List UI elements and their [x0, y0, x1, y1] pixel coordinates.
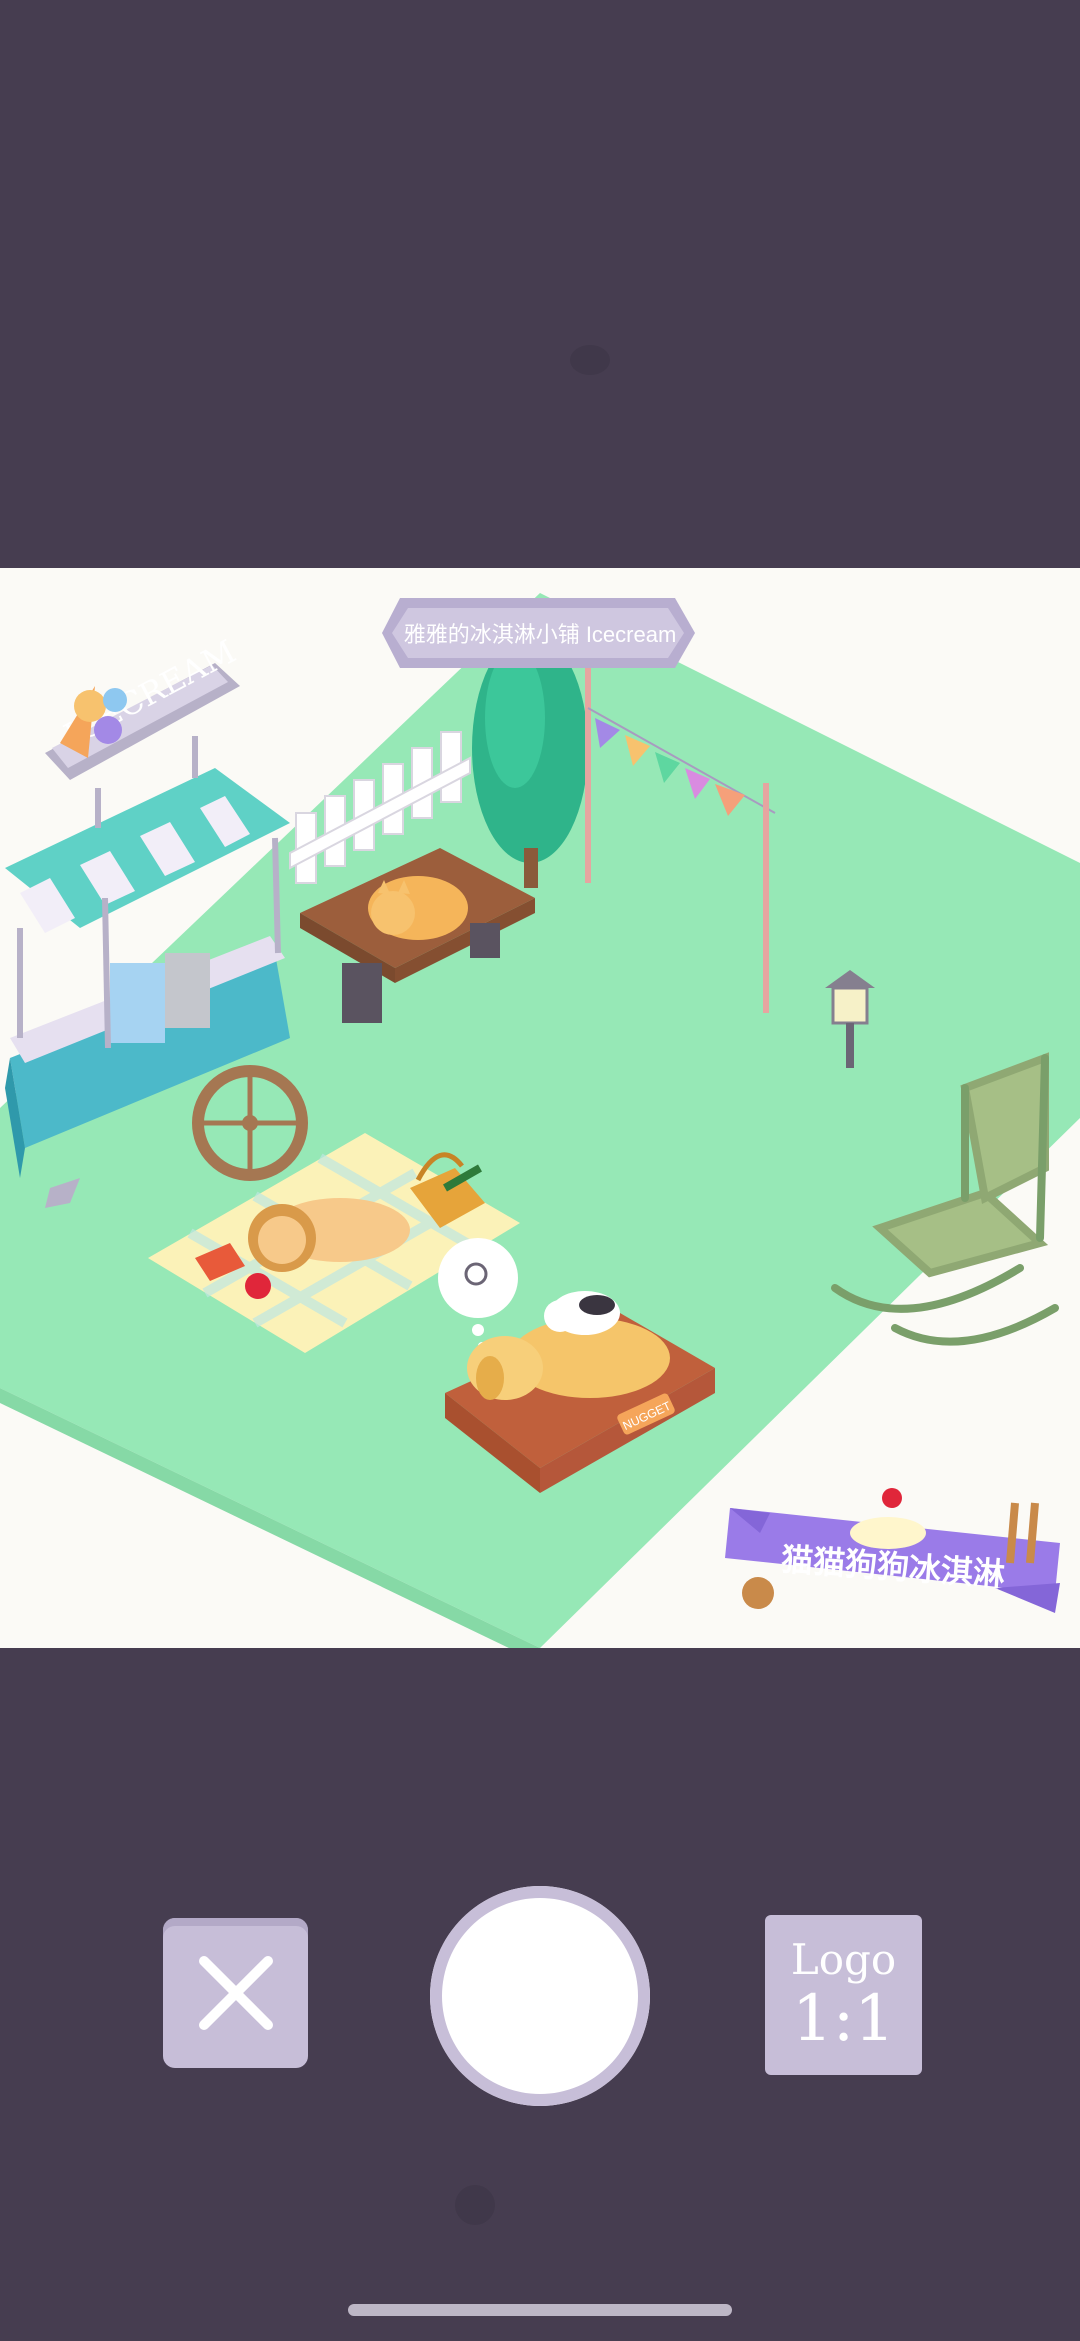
close-icon: [198, 1956, 273, 2030]
ratio-value-label: 1:1: [792, 1982, 895, 2056]
game-logo: 猫猫狗狗冰淇淋: [725, 1488, 1060, 1613]
close-button[interactable]: [163, 1918, 308, 2068]
orange-cat-on-bench: [368, 876, 468, 940]
photo-preview: 雅雅的冰淇淋小铺 Icecream ICECREAM NUGGET 猫猫狗狗冰淇…: [0, 568, 1080, 1648]
shop-sign-text: 雅雅的冰淇淋小铺 Icecream: [404, 622, 677, 647]
scene-illustration: 雅雅的冰淇淋小铺 Icecream ICECREAM NUGGET 猫猫狗狗冰淇…: [0, 593, 1080, 1648]
background-paw-top: [570, 345, 610, 375]
apple: [245, 1273, 271, 1299]
home-indicator[interactable]: [348, 2304, 732, 2316]
screen: 雅雅的冰淇淋小铺 Icecream ICECREAM NUGGET 猫猫狗狗冰淇…: [0, 0, 1080, 2341]
shutter-button[interactable]: [430, 1886, 650, 2106]
logo-ratio-button[interactable]: Logo 1:1: [765, 1915, 922, 2075]
ratio-logo-label: Logo: [790, 1935, 897, 1984]
background-blob-bottom: [455, 2185, 495, 2225]
